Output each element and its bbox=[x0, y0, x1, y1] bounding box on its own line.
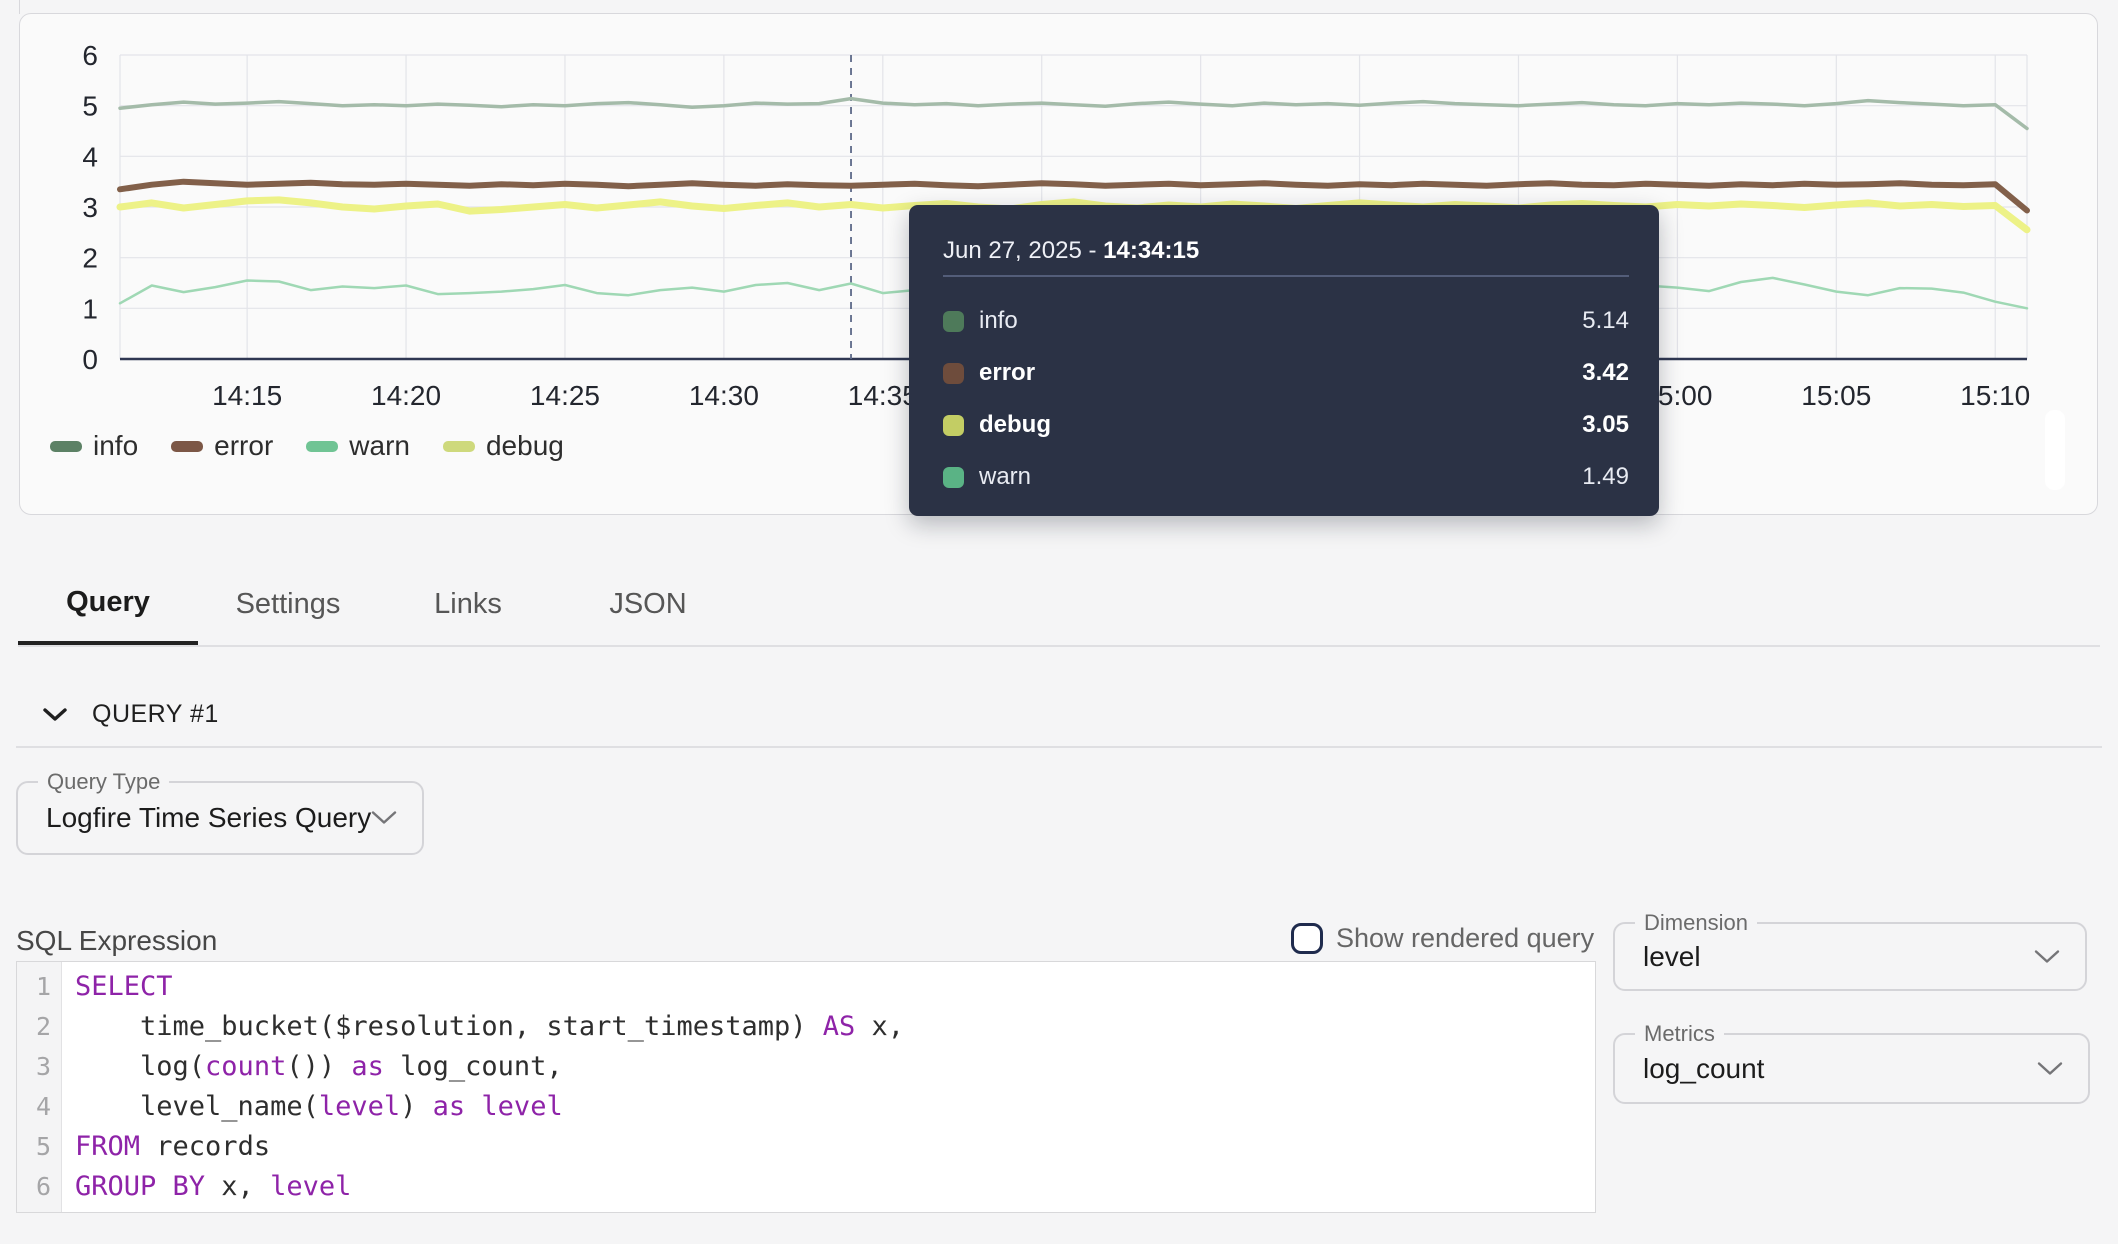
tooltip-date: Jun 27, 2025 - bbox=[943, 237, 1096, 264]
legend-swatch-error bbox=[171, 441, 203, 452]
chevron-down-icon bbox=[2036, 1060, 2064, 1077]
show-rendered-checkbox[interactable] bbox=[1291, 923, 1323, 954]
tooltip-swatch-error bbox=[943, 363, 964, 384]
tabs-divider bbox=[18, 645, 2100, 647]
tooltip-title: Jun 27, 2025 - 14:34:15 bbox=[943, 237, 1199, 265]
tooltip-divider bbox=[943, 275, 1629, 277]
metrics-select[interactable]: Metrics log_count bbox=[1613, 1033, 2090, 1104]
code-line: 2 time_bucket($resolution, start_timesta… bbox=[17, 1007, 1595, 1047]
tooltip-value-info: 5.14 bbox=[1582, 307, 1629, 335]
x-axis-tick-label: 14:30 bbox=[689, 380, 759, 411]
legend-label-info: info bbox=[93, 430, 138, 462]
tooltip-swatch-info bbox=[943, 311, 964, 332]
legend-label-error: error bbox=[214, 430, 273, 462]
tooltip-swatch-debug bbox=[943, 415, 964, 436]
line-number: 3 bbox=[17, 1047, 62, 1087]
tooltip-row-warn: warn 1.49 bbox=[943, 451, 1629, 503]
x-axis-tick-label: 15:05 bbox=[1801, 380, 1871, 411]
x-axis-tick-label: 14:20 bbox=[371, 380, 441, 411]
code-line: 6GROUP BY x, level bbox=[17, 1167, 1595, 1207]
code-line: 5FROM records bbox=[17, 1127, 1595, 1167]
code-line: 3 log(count()) as log_count, bbox=[17, 1047, 1595, 1087]
y-axis-tick-label: 0 bbox=[82, 344, 98, 375]
chart-legend: info error warn debug bbox=[50, 430, 564, 462]
tooltip-value-debug: 3.05 bbox=[1582, 411, 1629, 439]
tooltip-time: 14:34:15 bbox=[1103, 237, 1199, 264]
dimension-select[interactable]: Dimension level bbox=[1613, 922, 2087, 991]
tooltip-rows: info 5.14 error 3.42 debug 3.05 warn 1.49 bbox=[943, 295, 1629, 503]
query-section-header[interactable]: QUERY #1 bbox=[42, 698, 219, 730]
tab-query[interactable]: Query bbox=[18, 564, 198, 645]
legend-swatch-info bbox=[50, 441, 82, 452]
query-type-value: Logfire Time Series Query bbox=[46, 783, 371, 853]
dimension-value: level bbox=[1643, 924, 1701, 989]
tooltip-label-debug: debug bbox=[979, 411, 1051, 439]
code-line: 4 level_name(level) as level bbox=[17, 1087, 1595, 1127]
show-rendered-label: Show rendered query bbox=[1336, 923, 1594, 954]
line-number: 4 bbox=[17, 1087, 62, 1127]
legend-label-warn: warn bbox=[349, 430, 410, 462]
y-axis-tick-label: 4 bbox=[82, 141, 98, 172]
tooltip-row-error: error 3.42 bbox=[943, 347, 1629, 399]
chevron-down-icon bbox=[42, 707, 68, 722]
tab-settings[interactable]: Settings bbox=[198, 564, 378, 645]
y-axis-tick-label: 3 bbox=[82, 192, 98, 223]
tooltip-swatch-warn bbox=[943, 467, 964, 488]
sql-editor[interactable]: 1SELECT2 time_bucket($resolution, start_… bbox=[16, 961, 1596, 1213]
tab-links[interactable]: Links bbox=[378, 564, 558, 645]
tooltip-label-warn: warn bbox=[979, 463, 1031, 491]
chevron-down-icon bbox=[2033, 948, 2061, 965]
x-axis-tick-label: 14:15 bbox=[212, 380, 282, 411]
query-type-select[interactable]: Query Type Logfire Time Series Query bbox=[16, 781, 424, 855]
legend-item-info[interactable]: info bbox=[50, 430, 138, 462]
line-number: 2 bbox=[17, 1007, 62, 1047]
legend-swatch-warn bbox=[306, 441, 338, 452]
chart-tooltip: Jun 27, 2025 - 14:34:15 info 5.14 error 3.4… bbox=[909, 205, 1659, 516]
tooltip-label-error: error bbox=[979, 359, 1035, 387]
tooltip-value-error: 3.42 bbox=[1582, 359, 1629, 387]
legend-label-debug: debug bbox=[486, 430, 564, 462]
query-section-title: QUERY #1 bbox=[92, 700, 219, 729]
y-axis-tick-label: 5 bbox=[82, 91, 98, 122]
metrics-value: log_count bbox=[1643, 1035, 1764, 1102]
line-number: 5 bbox=[17, 1127, 62, 1167]
section-divider bbox=[16, 746, 2102, 748]
sql-expression-label: SQL Expression bbox=[16, 925, 217, 957]
legend-swatch-debug bbox=[443, 441, 475, 452]
tooltip-row-info: info 5.14 bbox=[943, 295, 1629, 347]
sql-code: 1SELECT2 time_bucket($resolution, start_… bbox=[17, 967, 1595, 1207]
tooltip-row-debug: debug 3.05 bbox=[943, 399, 1629, 451]
show-rendered-query-toggle[interactable]: Show rendered query bbox=[1291, 921, 1594, 955]
legend-item-error[interactable]: error bbox=[171, 430, 273, 462]
y-axis-tick-label: 2 bbox=[82, 243, 98, 274]
x-axis-tick-label: 15:10 bbox=[1960, 380, 2030, 411]
tooltip-label-info: info bbox=[979, 307, 1018, 335]
container-border-stub bbox=[19, 0, 20, 14]
x-axis-tick-label: 14:25 bbox=[530, 380, 600, 411]
line-number: 6 bbox=[17, 1167, 62, 1207]
x-axis-tick-label: 14:35 bbox=[848, 380, 918, 411]
legend-item-debug[interactable]: debug bbox=[443, 430, 564, 462]
legend-item-warn[interactable]: warn bbox=[306, 430, 410, 462]
y-axis-tick-label: 6 bbox=[82, 40, 98, 71]
scrollbar-thumb[interactable] bbox=[2045, 410, 2065, 490]
chevron-down-icon bbox=[370, 810, 398, 827]
line-number: 1 bbox=[17, 967, 62, 1007]
tab-json[interactable]: JSON bbox=[558, 564, 738, 645]
tab-bar: QuerySettingsLinksJSON bbox=[18, 564, 738, 645]
tooltip-value-warn: 1.49 bbox=[1582, 463, 1629, 491]
code-line: 1SELECT bbox=[17, 967, 1595, 1007]
y-axis-tick-label: 1 bbox=[82, 293, 98, 324]
